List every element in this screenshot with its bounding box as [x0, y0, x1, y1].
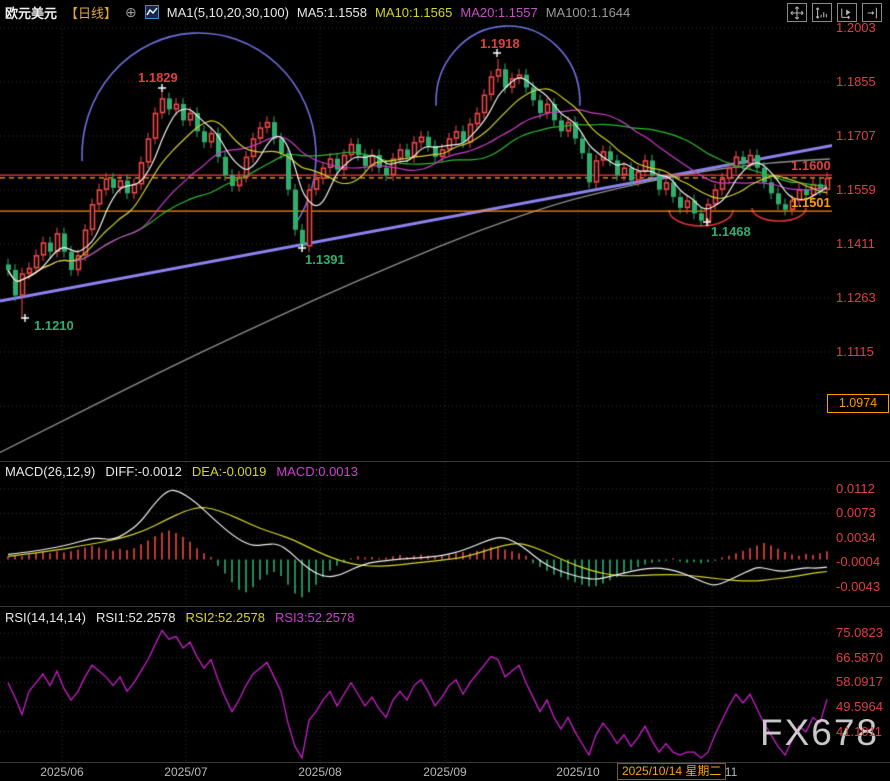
date-axis-label: 2025/09: [423, 765, 466, 779]
play-forward-icon[interactable]: [837, 3, 857, 22]
period-selector[interactable]: 【日线】: [65, 3, 117, 22]
collapse-panel-icon[interactable]: [862, 3, 882, 22]
chart-header: 欧元美元 【日线】 ⊕ MA1(5,10,20,30,100) MA5:1.15…: [0, 0, 630, 24]
rsi-axis-label: 75.0823: [836, 625, 883, 640]
macd-dea-value: DEA:-0.0019: [192, 464, 266, 479]
panel-separator: [0, 461, 890, 462]
pan-icon[interactable]: [787, 3, 807, 22]
macd-macd-value: MACD:0.0013: [276, 464, 358, 479]
rsi-axis-label: 41.1011: [836, 724, 882, 739]
rsi-axis-label: 66.5870: [836, 650, 883, 665]
date-axis-label: 2025/07: [164, 765, 207, 779]
axis-separator: [0, 762, 890, 763]
rsi-name: RSI(14,14,14): [5, 610, 86, 625]
price-axis-label: 1.1707: [836, 128, 876, 143]
macd-diff-value: DIFF:-0.0012: [105, 464, 182, 479]
date-axis-label: 2025/06: [40, 765, 83, 779]
chart-toolbar: [787, 3, 882, 22]
mini-chart-icon: [145, 5, 159, 19]
panel-separator: [0, 606, 890, 607]
chart-price-label: 1.1918: [480, 36, 520, 51]
price-axis-label: 1.2003: [836, 20, 876, 35]
trading-app: 欧元美元 【日线】 ⊕ MA1(5,10,20,30,100) MA5:1.15…: [0, 0, 890, 781]
macd-axis-label: -0.0004: [836, 554, 880, 569]
rsi2-value: RSI2:52.2578: [185, 610, 265, 625]
chart-price-label: 1.1468: [711, 224, 751, 239]
macd-header: MACD(26,12,9) DIFF:-0.0012 DEA:-0.0019 M…: [5, 464, 358, 479]
rsi1-value: RSI1:52.2578: [96, 610, 176, 625]
chart-canvas[interactable]: [0, 0, 890, 781]
price-axis-label: 1.1855: [836, 74, 876, 89]
ma20-value: MA20:1.1557: [460, 5, 537, 20]
chart-price-label: 1.1210: [34, 318, 74, 333]
chart-price-label: 1.1600: [791, 158, 831, 173]
fit-vertical-axis-icon[interactable]: [812, 3, 832, 22]
rsi3-value: RSI3:52.2578: [275, 610, 355, 625]
symbol-title: 欧元美元: [5, 3, 57, 22]
date-axis-label: 2025/10: [556, 765, 599, 779]
chart-price-label: 1.1501: [791, 195, 831, 210]
rsi-axis-label: 58.0917: [836, 674, 883, 689]
chart-price-label: 1.1391: [305, 252, 345, 267]
price-axis-label: 1.1411: [836, 236, 875, 251]
axis-min-price-label: 1.0974: [827, 394, 889, 413]
ma10-value: MA10:1.1565: [375, 5, 452, 20]
macd-axis-label: 0.0112: [836, 481, 875, 496]
macd-name: MACD(26,12,9): [5, 464, 95, 479]
price-axis-label: 1.1263: [836, 290, 876, 305]
macd-axis-label: -0.0043: [836, 579, 880, 594]
chart-price-label: 1.1829: [138, 70, 178, 85]
price-axis-label: 1.1115: [836, 344, 874, 359]
crosshair-date-label: 2025/10/14 星期二: [617, 763, 726, 780]
rsi-header: RSI(14,14,14) RSI1:52.2578 RSI2:52.2578 …: [5, 610, 354, 625]
ma-group-label: MA1(5,10,20,30,100): [167, 5, 289, 20]
macd-axis-label: 0.0073: [836, 505, 876, 520]
ma5-value: MA5:1.1558: [297, 5, 367, 20]
ma100-value: MA100:1.1644: [546, 5, 631, 20]
rsi-axis-label: 49.5964: [836, 699, 883, 714]
add-indicator-icon[interactable]: ⊕: [125, 4, 137, 21]
date-axis-label: 2025/08: [298, 765, 341, 779]
price-axis-label: 1.1559: [836, 182, 876, 197]
macd-axis-label: 0.0034: [836, 530, 876, 545]
